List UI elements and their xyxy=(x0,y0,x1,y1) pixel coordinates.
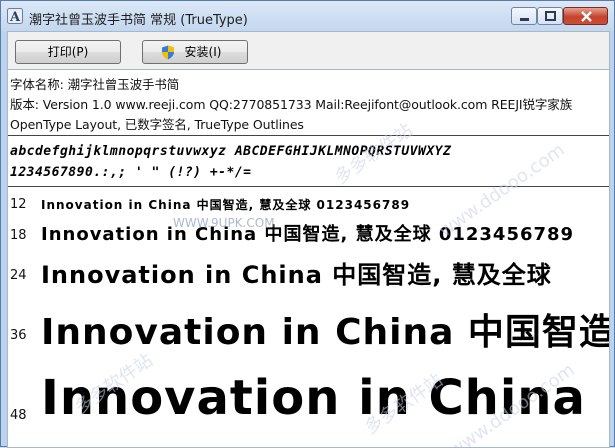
font-viewer-window: A 潮字社曾玉波手书简 常规 (TrueType) 打印(P) 安装(I) 字体… xyxy=(0,0,615,448)
version-line: 版本: Version 1.0 www.reeji.com QQ:2770851… xyxy=(10,97,573,112)
shield-icon xyxy=(162,45,174,60)
toolbar: 打印(P) 安装(I) xyxy=(7,31,610,69)
minimize-button[interactable] xyxy=(511,7,537,25)
close-icon xyxy=(581,11,592,22)
install-button[interactable]: 安装(I) xyxy=(142,40,248,64)
opentype-line: OpenType Layout, 已数字签名, TrueType Outline… xyxy=(10,117,304,132)
font-name-line: 字体名称: 潮字社曾玉波手书简 xyxy=(10,77,180,92)
sample-line-12: Innovation in China 中国智造, 慧及全球 012345678… xyxy=(41,198,411,212)
sample-line-48: Innovation in China xyxy=(41,370,586,426)
divider xyxy=(8,186,609,187)
install-button-label: 安装(I) xyxy=(184,45,222,59)
svg-text:A: A xyxy=(9,10,21,24)
sample-line-24: Innovation in China 中国智造, 慧及全球 xyxy=(41,261,552,289)
minimize-icon xyxy=(520,18,529,21)
size-label: 18 xyxy=(10,228,27,243)
size-label: 24 xyxy=(10,268,27,283)
print-button-label: 打印(P) xyxy=(47,45,89,59)
font-app-icon: A xyxy=(7,8,23,24)
divider xyxy=(8,135,609,136)
maximize-icon xyxy=(545,11,556,21)
charset-symbols: 1234567890.:,; ' " (!?) +-*/= xyxy=(10,165,252,180)
charset-letters: abcdefghijklmnopqrstuvwxyz ABCDEFGHIJKLM… xyxy=(10,144,452,159)
font-preview-area[interactable]: 字体名称: 潮字社曾玉波手书简 版本: Version 1.0 www.reej… xyxy=(7,69,610,448)
close-button[interactable] xyxy=(563,7,608,25)
size-label: 48 xyxy=(10,408,27,423)
sample-line-36: Innovation in China 中国智造 xyxy=(41,312,610,353)
sample-line-18: Innovation in China 中国智造, 慧及全球 012345678… xyxy=(41,224,575,245)
size-label: 36 xyxy=(10,328,27,343)
title-bar[interactable]: A 潮字社曾玉波手书简 常规 (TrueType) xyxy=(1,1,614,31)
size-label: 12 xyxy=(10,197,27,212)
print-button[interactable]: 打印(P) xyxy=(15,40,121,64)
maximize-button[interactable] xyxy=(537,7,563,25)
window-title: 潮字社曾玉波手书简 常规 (TrueType) xyxy=(29,13,248,28)
